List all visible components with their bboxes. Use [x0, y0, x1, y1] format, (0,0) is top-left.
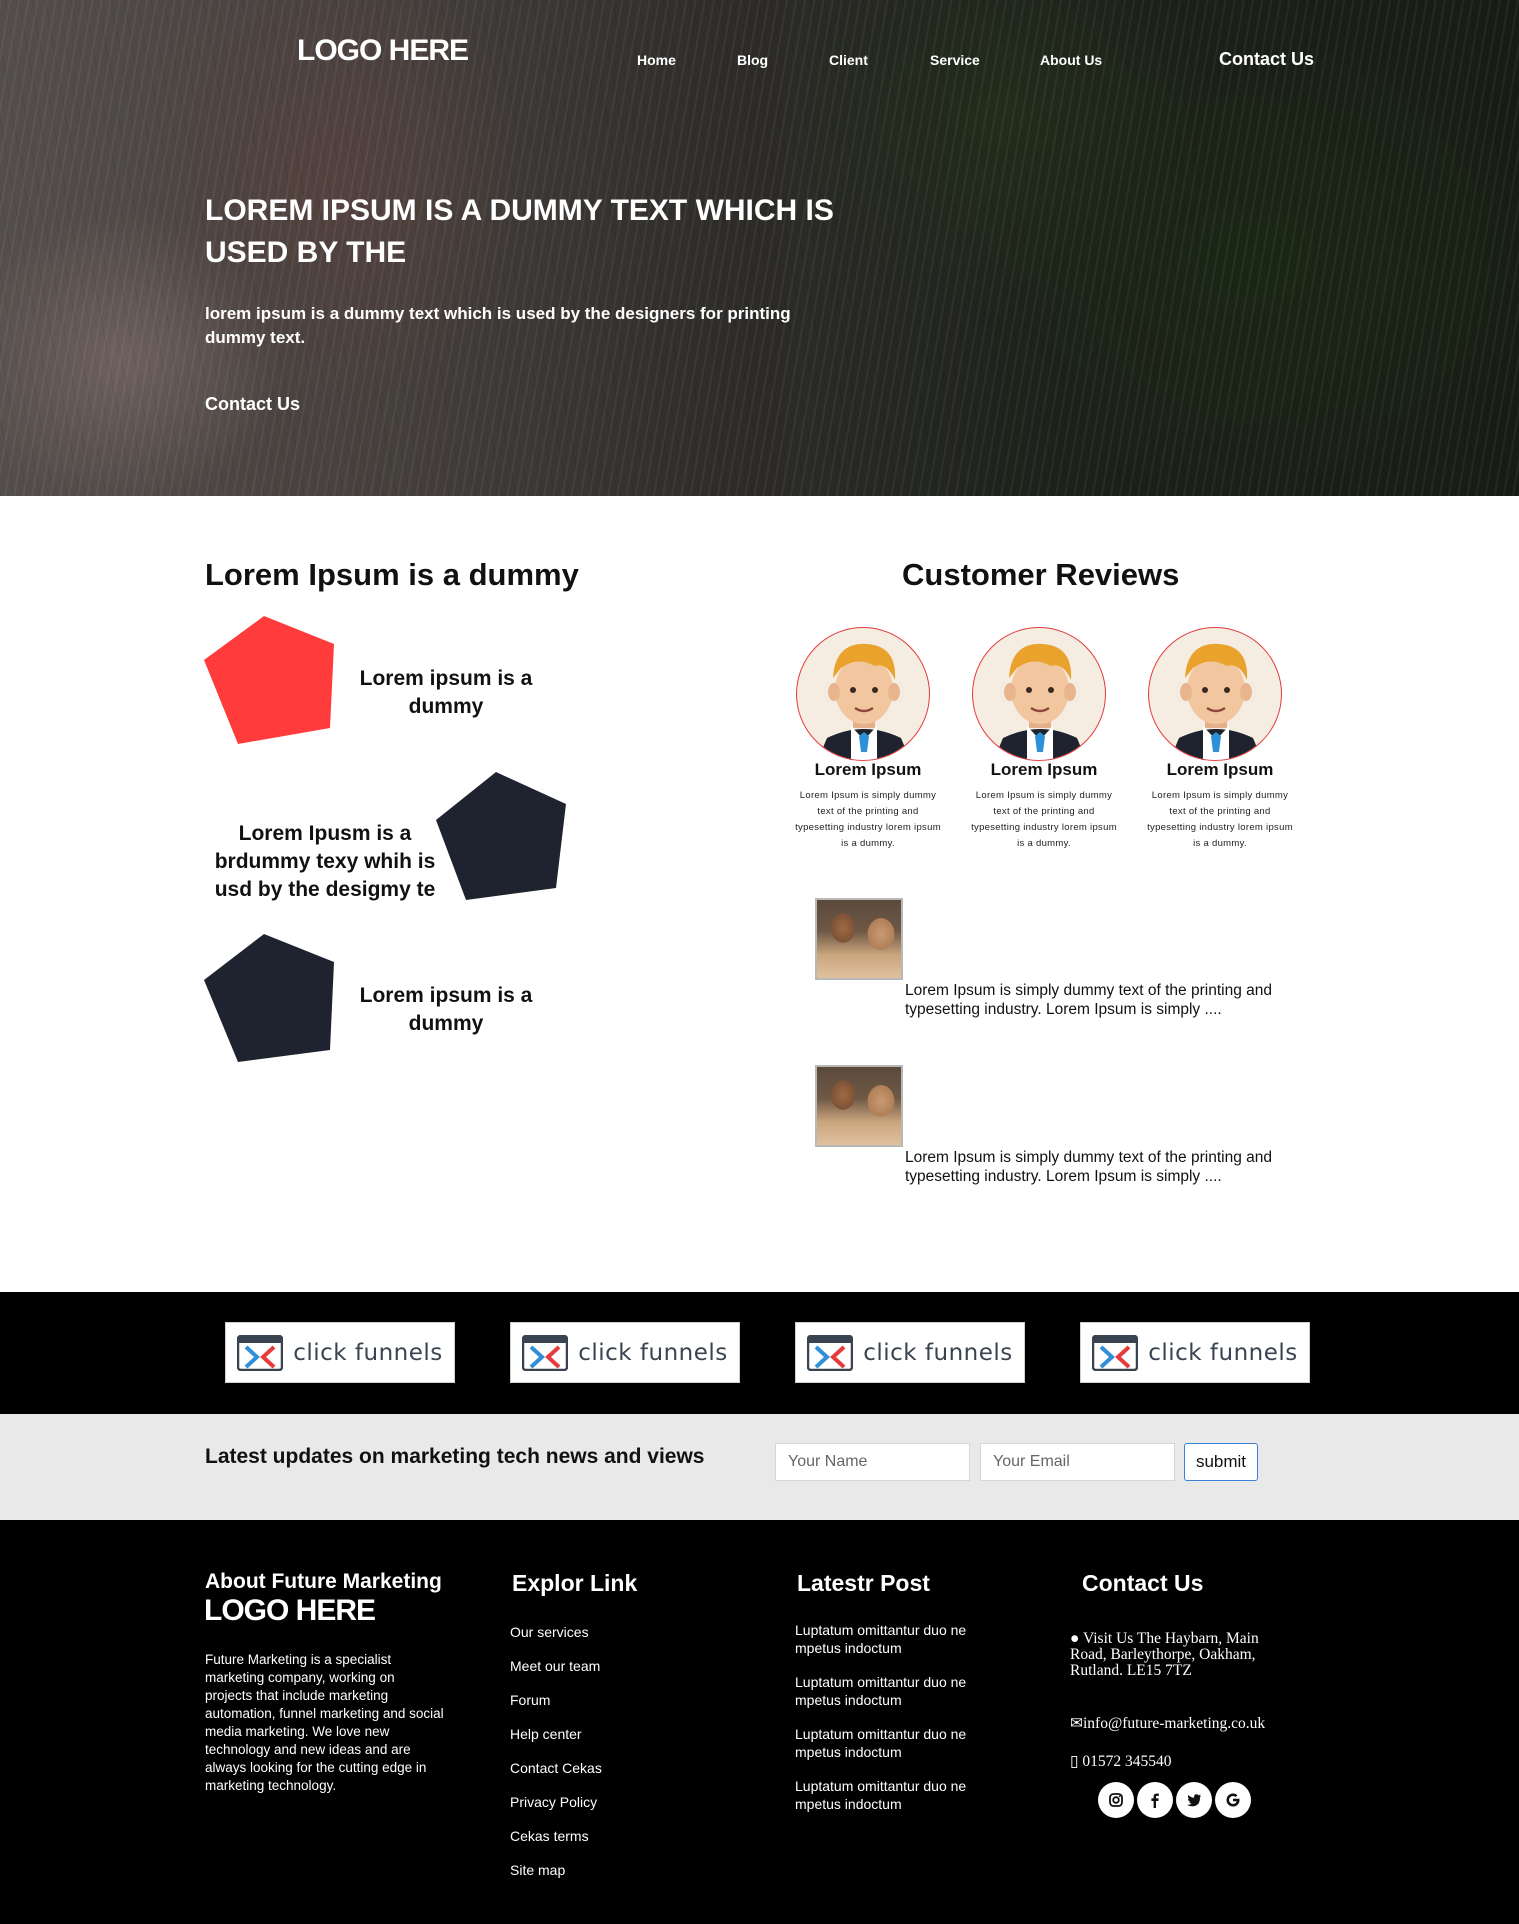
footer-about-text: Future Marketing is a specialist marketi… [205, 1652, 444, 1793]
reviewer-name: Lorem Ipsum [814, 760, 922, 779]
google-icon[interactable] [1215, 1782, 1251, 1818]
feature-pentagon-red [204, 616, 334, 744]
nav-about-us[interactable]: About Us [1040, 52, 1102, 68]
review-text: Lorem Ipsum is simply dummy text of the … [795, 790, 941, 849]
footer-posts-heading: Latestr Post [797, 1570, 930, 1596]
feature-label-3: Lorem ipsum is a dummy [359, 984, 533, 1035]
partner-logo-text: click funnels [293, 1339, 443, 1366]
footer-link-our-services[interactable]: Our services [510, 1624, 589, 1640]
hero-subtitle: lorem ipsum is a dummy text which is use… [205, 304, 791, 347]
footer-link-help-center[interactable]: Help center [510, 1726, 582, 1742]
post-excerpt: Lorem Ipsum is simply dummy text of the … [905, 1149, 1272, 1185]
post-thumbnail[interactable] [815, 1065, 903, 1147]
footer-link-site-map[interactable]: Site map [510, 1862, 565, 1878]
header-logo[interactable]: LOGO HERE [297, 34, 469, 68]
footer-link-cekas-terms[interactable]: Cekas terms [510, 1828, 589, 1844]
person-icon [1169, 643, 1263, 760]
name-input[interactable] [775, 1443, 970, 1481]
reviewer-avatar [972, 627, 1106, 761]
hero-contact-button[interactable]: Contact Us [205, 394, 300, 415]
email-input[interactable] [980, 1443, 1175, 1481]
reviews-title: Customer Reviews [902, 557, 1180, 592]
footer-link-forum[interactable]: Forum [510, 1692, 550, 1708]
newsletter-title: Latest updates on marketing tech news an… [205, 1445, 705, 1468]
reviewer-name: Lorem Ipsum [1166, 760, 1274, 779]
footer-links-heading: Explor Link [512, 1570, 638, 1596]
partner-logo[interactable]: click funnels [225, 1322, 455, 1383]
partner-logo-text: click funnels [1148, 1339, 1298, 1366]
feature-label-1: Lorem ipsum is a dummy [359, 667, 533, 718]
footer-about-heading: About Future Marketing [205, 1570, 442, 1593]
reviewer-avatar [1148, 627, 1282, 761]
clickfunnels-icon [1092, 1334, 1139, 1371]
feature-pentagon-dark-1 [436, 772, 566, 900]
map-pin-icon: ● [1070, 1630, 1080, 1647]
instagram-icon[interactable] [1098, 1782, 1134, 1818]
features-title: Lorem Ipsum is a dummy [205, 557, 579, 592]
clickfunnels-icon [522, 1334, 569, 1371]
review-text: Lorem Ipsum is simply dummy text of the … [1147, 790, 1293, 849]
nav-service[interactable]: Service [930, 52, 980, 68]
footer-logo[interactable]: LOGO HERE [204, 1594, 376, 1628]
hero-section: LOGO HERE Home Blog Client Service About… [0, 0, 1519, 496]
nav-contact-us[interactable]: Contact Us [1219, 49, 1314, 70]
footer-link-privacy-policy[interactable]: Privacy Policy [510, 1794, 597, 1810]
twitter-icon[interactable] [1176, 1782, 1212, 1818]
nav-blog[interactable]: Blog [737, 52, 768, 68]
facebook-icon[interactable] [1137, 1782, 1173, 1818]
partner-logo[interactable]: click funnels [1080, 1322, 1310, 1383]
partner-logo[interactable]: click funnels [795, 1322, 1025, 1383]
footer-post-link[interactable]: Luptatum omittantur duo ne mpetus indoct… [795, 1777, 995, 1813]
footer: About Future Marketing LOGO HERE Future … [0, 1520, 1519, 1924]
footer-address: ● Visit Us The Haybarn, Main Road, Barle… [1070, 1630, 1259, 1679]
phone-icon: ▯ [1070, 1753, 1079, 1770]
review-text: Lorem Ipsum is simply dummy text of the … [971, 790, 1117, 849]
partner-logo-text: click funnels [863, 1339, 1013, 1366]
clickfunnels-icon [807, 1334, 854, 1371]
footer-post-link[interactable]: Luptatum omittantur duo ne mpetus indoct… [795, 1725, 995, 1761]
envelope-icon: ✉ [1070, 1715, 1083, 1732]
nav-home[interactable]: Home [637, 52, 676, 68]
footer-phone[interactable]: ▯ 01572 345540 [1070, 1754, 1172, 1770]
hero-title: LOREM IPSUM IS A DUMMY TEXT WHICH IS USE… [205, 194, 834, 269]
reviewer-name: Lorem Ipsum [990, 760, 1098, 779]
nav-client[interactable]: Client [829, 52, 868, 68]
feature-pentagon-dark-2 [204, 934, 334, 1062]
newsletter-bar: Latest updates on marketing tech news an… [0, 1414, 1519, 1520]
post-thumbnail[interactable] [815, 898, 903, 980]
partner-logo[interactable]: click funnels [510, 1322, 740, 1383]
footer-post-link[interactable]: Luptatum omittantur duo ne mpetus indoct… [795, 1621, 995, 1657]
person-icon [817, 643, 911, 760]
partner-logos-strip: click funnels click funnels click funnel… [0, 1292, 1519, 1414]
footer-post-link[interactable]: Luptatum omittantur duo ne mpetus indoct… [795, 1673, 995, 1709]
person-icon [993, 643, 1087, 760]
footer-contact-heading: Contact Us [1082, 1570, 1204, 1596]
footer-link-contact-cekas[interactable]: Contact Cekas [510, 1760, 602, 1776]
reviewer-avatar [796, 627, 930, 761]
footer-email[interactable]: ✉info@future-marketing.co.uk [1070, 1716, 1265, 1732]
feature-label-2: Lorem Ipusm is a brdummy texy whih is us… [214, 822, 436, 901]
clickfunnels-icon [237, 1334, 284, 1371]
submit-button[interactable]: submit [1184, 1443, 1258, 1481]
partner-logo-text: click funnels [578, 1339, 728, 1366]
post-excerpt: Lorem Ipsum is simply dummy text of the … [905, 982, 1272, 1018]
footer-link-meet-our-team[interactable]: Meet our team [510, 1658, 600, 1674]
